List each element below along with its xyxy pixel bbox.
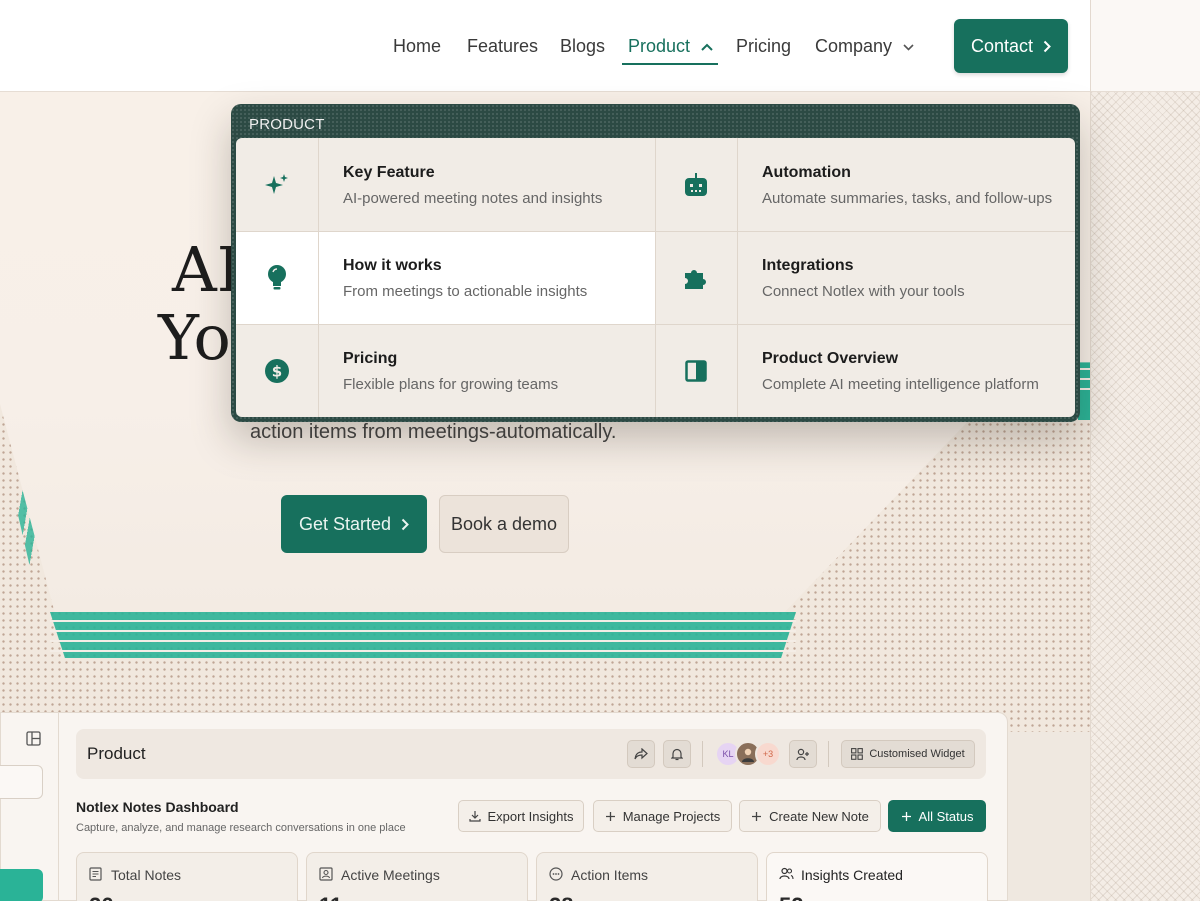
- nav-features[interactable]: Features: [467, 26, 538, 66]
- meeting-icon: [319, 867, 333, 881]
- notification-button[interactable]: [663, 740, 691, 768]
- top-navbar: Home Features Blogs Product Pricing Comp…: [0, 0, 1090, 92]
- dropdown-divider: [655, 138, 656, 417]
- panel-icon: [685, 359, 707, 382]
- dashboard-description: Capture, analyze, and manage research co…: [76, 822, 406, 834]
- nav-company[interactable]: Company: [815, 26, 914, 66]
- hero-subtitle: action items from meetings-automatically…: [250, 421, 617, 443]
- notes-icon: [89, 867, 102, 881]
- plus-icon: [605, 811, 615, 821]
- stat-card-active-meetings[interactable]: Active Meetings 11: [306, 852, 528, 901]
- all-status-button[interactable]: All Status: [888, 800, 986, 832]
- dashboard-header-title: Product: [87, 744, 146, 763]
- contact-button[interactable]: Contact: [954, 19, 1068, 73]
- download-icon: [468, 811, 481, 822]
- customised-widget-button[interactable]: Customised Widget: [841, 740, 975, 768]
- chevron-right-icon: [401, 518, 409, 530]
- layout-icon[interactable]: [26, 731, 41, 746]
- stat-card-action-items[interactable]: Action Items 28: [536, 852, 758, 901]
- stat-card-insights-created[interactable]: Insights Created 52: [766, 852, 988, 901]
- nav-home[interactable]: Home: [393, 26, 441, 66]
- dashboard-title: Notlex Notes Dashboard: [76, 799, 239, 815]
- nav-blogs[interactable]: Blogs: [560, 26, 605, 66]
- manage-projects-button[interactable]: Manage Projects: [593, 800, 732, 832]
- dashboard-sidebar: [0, 713, 59, 901]
- plus-icon: [752, 811, 762, 821]
- export-insights-button[interactable]: Export Insights: [458, 800, 584, 832]
- dashboard-header: Product KL +3 Customised Widget: [76, 729, 986, 779]
- dropdown-item-how-it-works[interactable]: How it works From meetings to actionable…: [236, 231, 655, 324]
- grid-icon: [851, 748, 864, 760]
- lightbulb-icon: [268, 264, 286, 289]
- share-button[interactable]: [627, 740, 655, 768]
- plus-icon: [901, 811, 911, 821]
- puzzle-icon: [685, 269, 706, 289]
- add-user-button[interactable]: [789, 740, 817, 768]
- dollar-icon: $: [265, 358, 289, 383]
- dropdown-item-automation[interactable]: Automation Automate summaries, tasks, an…: [655, 138, 1075, 231]
- nav-pricing[interactable]: Pricing: [736, 26, 791, 66]
- robot-icon: [685, 172, 707, 196]
- book-demo-button[interactable]: Book a demo: [439, 495, 569, 553]
- hero-title: AI Yo: [158, 233, 242, 374]
- nav-product[interactable]: Product: [628, 26, 713, 66]
- dropdown-title: PRODUCT: [249, 116, 325, 133]
- chevron-down-icon: [903, 44, 914, 51]
- dropdown-item-pricing[interactable]: $ Pricing Flexible plans for growing tea…: [236, 324, 655, 417]
- avatar-more-count[interactable]: +3: [755, 741, 781, 767]
- dropdown-grid: Key Feature AI-powered meeting notes and…: [236, 138, 1075, 417]
- bell-icon: [671, 748, 683, 760]
- create-new-note-button[interactable]: Create New Note: [739, 800, 881, 832]
- add-user-icon: [796, 748, 809, 760]
- dashboard-preview: Product KL +3 Customised Widget Notlex N…: [0, 712, 1008, 901]
- dropdown-item-product-overview[interactable]: Product Overview Complete AI meeting int…: [655, 324, 1075, 417]
- dropdown-item-key-feature[interactable]: Key Feature AI-powered meeting notes and…: [236, 138, 655, 231]
- sidebar-active-item[interactable]: [0, 869, 43, 901]
- users-icon: [779, 867, 794, 880]
- more-circle-icon: [549, 867, 563, 881]
- right-decor-strip: [1090, 0, 1200, 901]
- nav-active-underline: [622, 63, 718, 65]
- svg-text:$: $: [272, 362, 282, 380]
- chevron-up-icon: [701, 43, 713, 51]
- get-started-button[interactable]: Get Started: [281, 495, 427, 553]
- user-photo-icon: [742, 748, 754, 762]
- chevron-right-icon: [1043, 40, 1051, 52]
- product-dropdown: PRODUCT Key Feature AI-powered meeting n…: [231, 104, 1080, 422]
- sidebar-search-input[interactable]: [0, 765, 43, 799]
- dropdown-item-integrations[interactable]: Integrations Connect Notlex with your to…: [655, 231, 1075, 324]
- stat-card-total-notes[interactable]: Total Notes 26: [76, 852, 298, 901]
- share-icon: [634, 748, 648, 760]
- sparkles-icon: [265, 173, 288, 194]
